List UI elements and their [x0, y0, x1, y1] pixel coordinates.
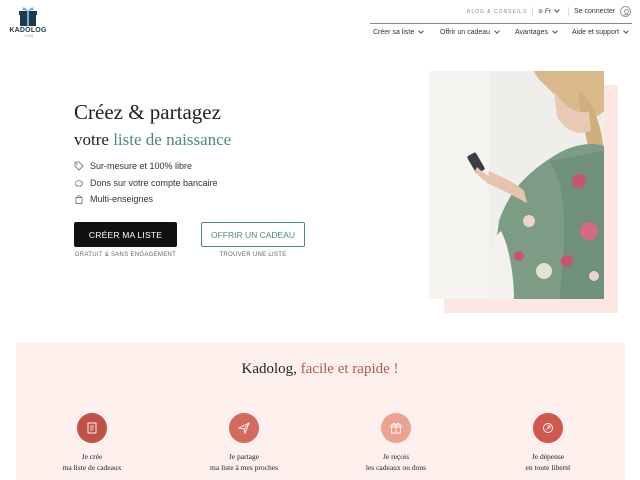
section-title-prefix: Kadolog,: [241, 361, 301, 377]
chevron-down-icon: [494, 28, 500, 34]
step-line2: les cadeaux ou dons: [365, 463, 427, 472]
step-create: Je crée ma liste de cadeaux: [42, 413, 142, 473]
nav-item-create-list[interactable]: Créer sa liste: [373, 28, 425, 36]
chevron-down-icon: [418, 28, 425, 34]
feature-item: Sur-mesure et 100% libre: [74, 161, 192, 171]
hero-photo: [429, 71, 604, 299]
tag-icon: [74, 161, 84, 171]
step-text: Je dépense en toute liberté: [498, 451, 598, 473]
step-spend: Je dépense en toute liberté: [498, 413, 598, 473]
step-line2: ma liste à mes proches: [210, 463, 278, 472]
step-line1: Je dépense: [531, 452, 565, 461]
offer-gift-button[interactable]: OFFRIR UN CADEAU: [201, 222, 305, 247]
step-share: Je partage ma liste à mes proches: [194, 413, 294, 473]
feature-label: Sur-mesure et 100% libre: [90, 161, 193, 171]
shopping-bag-icon: [75, 195, 83, 204]
gift-logo-icon: [19, 7, 37, 26]
gift-icon: [381, 413, 411, 443]
header-divider: [532, 7, 533, 17]
step-line1: Je partage: [228, 452, 260, 461]
pregnant-woman-photo: [429, 71, 604, 299]
header-divider: [568, 7, 569, 17]
hero-subtitle: votre liste de naissance: [74, 130, 231, 150]
nav-item-label: Offrir un cadeau: [440, 29, 491, 36]
step-line1: Je reçois: [382, 452, 410, 461]
feature-label: Dons sur votre compte bancaire: [90, 178, 218, 188]
nav-item-offer-gift[interactable]: Offrir un cadeau: [440, 28, 500, 36]
hero-subtitle-prefix: votre: [74, 130, 114, 149]
nav-item-label: Avantages: [515, 29, 548, 36]
feature-item: Multi-enseignes: [74, 194, 153, 204]
logo-subtext: .COM: [22, 33, 34, 38]
kadolog-logo[interactable]: KADOLOG .COM: [7, 5, 49, 39]
find-list-caption[interactable]: TROUVER UNE LISTE: [201, 252, 305, 258]
step-line1: Je crée: [81, 452, 103, 461]
list-icon: [77, 413, 107, 443]
section-title: Kadolog, facile et rapide !: [0, 361, 640, 378]
nav-item-help[interactable]: Aide et support: [572, 28, 629, 36]
step-line2: ma liste de cadeaux: [62, 463, 122, 472]
nav-item-advantages[interactable]: Avantages: [515, 28, 558, 36]
language-label: Fr: [545, 8, 552, 15]
language-selector[interactable]: ⊕ Fr: [538, 7, 561, 15]
hero-title: Créez & partagez: [74, 100, 221, 124]
user-icon[interactable]: [620, 6, 631, 17]
header-separator: [370, 23, 632, 24]
hero-subtitle-accent: liste de naissance: [113, 130, 232, 149]
paper-plane-icon: [229, 413, 259, 443]
login-link[interactable]: Se connecter: [574, 8, 615, 15]
money-icon: [533, 413, 563, 443]
create-list-caption: GRATUIT & SANS ENGAGEMENT: [74, 252, 177, 258]
nav-item-label: Créer sa liste: [373, 29, 415, 36]
chevron-down-icon: [623, 28, 629, 34]
step-line2: en toute liberté: [525, 463, 571, 472]
nav-item-label: Aide et support: [572, 29, 620, 36]
globe-icon: ⊕: [538, 9, 544, 15]
create-list-button[interactable]: CRÉER MA LISTE: [74, 222, 177, 247]
blog-link[interactable]: BLOG & CONSEILS: [467, 9, 527, 15]
section-title-accent: facile et rapide !: [300, 361, 399, 377]
piggy-bank-icon: [74, 180, 84, 187]
step-text: Je partage ma liste à mes proches: [194, 451, 294, 473]
step-text: Je reçois les cadeaux ou dons: [346, 451, 446, 473]
feature-item: Dons sur votre compte bancaire: [74, 178, 218, 188]
feature-label: Multi-enseignes: [90, 194, 154, 204]
chevron-down-icon: [554, 7, 561, 13]
step-receive: Je reçois les cadeaux ou dons: [346, 413, 446, 473]
chevron-down-icon: [552, 28, 558, 34]
step-text: Je crée ma liste de cadeaux: [42, 451, 142, 473]
